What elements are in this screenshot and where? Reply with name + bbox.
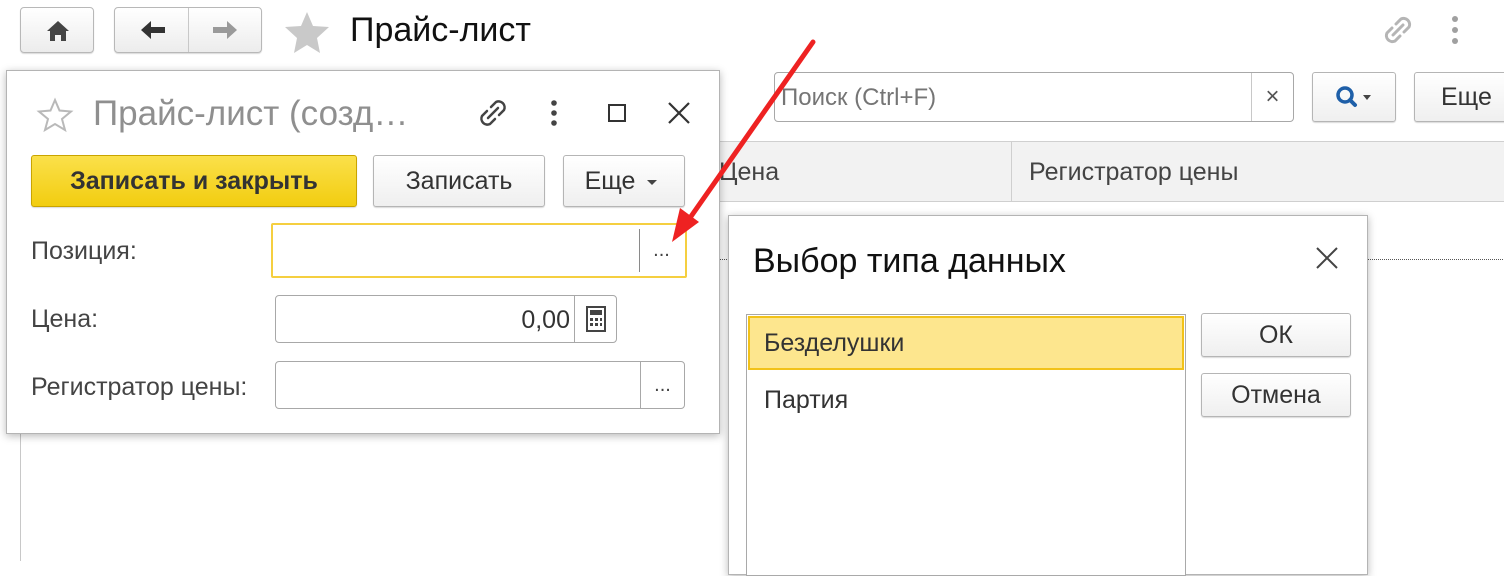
arrow-right-icon [213, 21, 237, 39]
form-more-label: Еще [584, 166, 636, 195]
close-icon [1316, 247, 1338, 269]
search-field: × [774, 72, 1294, 122]
main-more-button[interactable]: Еще [1414, 72, 1504, 122]
ok-button[interactable]: ОК [1201, 313, 1351, 357]
home-icon [47, 21, 69, 41]
price-input[interactable] [282, 302, 572, 338]
link-icon [480, 100, 506, 126]
home-button[interactable] [20, 7, 94, 53]
registrar-input[interactable] [282, 368, 636, 404]
list-item[interactable]: Партия [748, 373, 1184, 427]
column-divider [1011, 142, 1012, 202]
type-list: Безделушки Партия [746, 314, 1186, 576]
search-button[interactable] [1312, 72, 1396, 122]
form-favorite-button[interactable] [35, 97, 75, 133]
column-header-registrar[interactable]: Регистратор цены [1029, 142, 1429, 202]
dropdown-arrow-icon [647, 180, 658, 185]
form-menu-button[interactable] [540, 95, 568, 131]
main-more-label: Еще [1441, 82, 1492, 111]
cancel-button[interactable]: Отмена [1201, 373, 1351, 417]
save-button[interactable]: Записать [373, 155, 545, 207]
form-link-button[interactable] [473, 93, 513, 133]
list-item-selected[interactable]: Безделушки [748, 316, 1184, 370]
calculator-button[interactable] [574, 296, 616, 342]
dialog-title: Выбор типа данных [753, 242, 1066, 280]
maximize-icon [608, 104, 626, 122]
back-button[interactable] [115, 8, 189, 52]
save-and-close-label: Записать и закрыть [70, 166, 318, 195]
main-menu-button[interactable] [1440, 12, 1470, 48]
data-type-dialog: Выбор типа данных Безделушки Партия ОК О… [728, 215, 1368, 576]
save-label: Записать [405, 166, 513, 195]
main-link-button[interactable] [1378, 10, 1418, 50]
search-input[interactable] [779, 81, 1251, 115]
registrar-label: Регистратор цены: [31, 373, 248, 401]
form-maximize-button[interactable] [601, 97, 633, 129]
star-outline-icon [36, 97, 74, 133]
nav-buttons [114, 7, 262, 53]
registrar-select-button[interactable]: ... [640, 362, 684, 408]
favorite-star-button[interactable] [282, 10, 332, 54]
price-field [275, 295, 617, 343]
arrow-left-icon [141, 21, 165, 39]
form-close-button[interactable] [661, 95, 697, 131]
calculator-icon [585, 306, 606, 332]
list-item-label: Партия [764, 386, 849, 414]
search-clear-button[interactable]: × [1251, 73, 1293, 121]
form-more-button[interactable]: Еще [563, 155, 685, 207]
kebab-icon [551, 100, 557, 126]
form-title: Прайс-лист (созд… [93, 94, 409, 133]
registrar-field: ... [275, 361, 685, 409]
magnifier-icon [1336, 86, 1371, 107]
link-icon [1384, 16, 1412, 44]
kebab-icon [1452, 16, 1458, 44]
position-input[interactable] [279, 233, 637, 269]
position-field: ... [271, 223, 687, 278]
dialog-close-button[interactable] [1309, 240, 1345, 276]
forward-button[interactable] [189, 8, 261, 52]
page-title: Прайс-лист [350, 11, 531, 49]
price-list-form: Прайс-лист (созд… Записать и закрыть Зап… [6, 70, 720, 434]
clear-icon: × [1265, 83, 1280, 110]
close-icon [668, 102, 690, 124]
list-item-label: Безделушки [764, 329, 905, 357]
save-and-close-button[interactable]: Записать и закрыть [31, 155, 357, 207]
position-select-button[interactable]: ... [639, 229, 683, 272]
ellipsis-icon: ... [653, 239, 670, 261]
position-label: Позиция: [31, 237, 137, 265]
column-header-price[interactable]: Цена [719, 142, 1009, 202]
star-icon [285, 12, 329, 53]
price-label: Цена: [31, 305, 99, 333]
cancel-label: Отмена [1231, 380, 1321, 409]
ok-label: ОК [1258, 320, 1293, 349]
ellipsis-icon: ... [654, 373, 671, 396]
